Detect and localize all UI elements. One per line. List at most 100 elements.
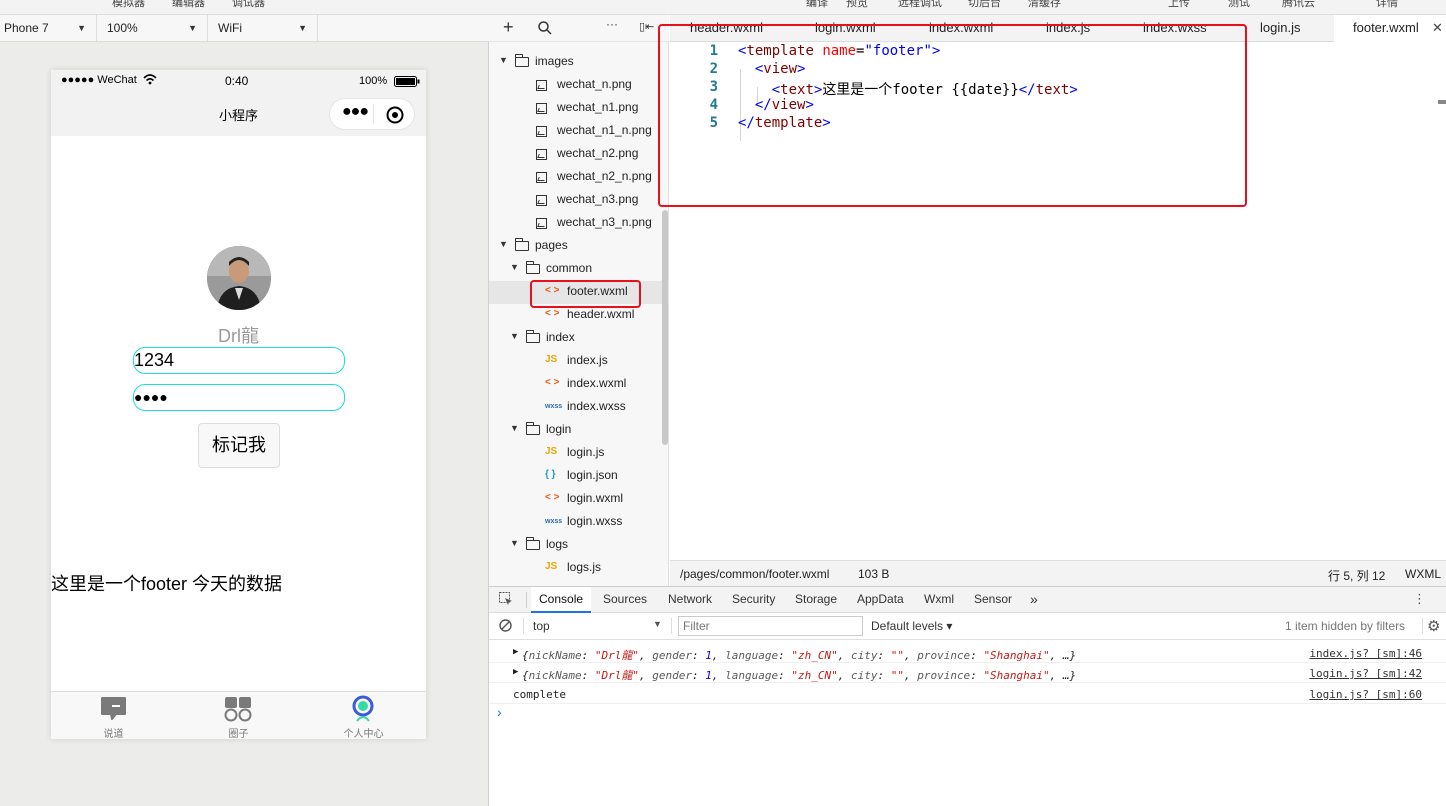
close-target-icon[interactable] — [386, 106, 404, 127]
console-source-link[interactable]: login.js? [sm]:60 — [1309, 688, 1422, 701]
tree-item-index-js[interactable]: JS index.js — [489, 350, 669, 373]
username-input[interactable]: 1234 — [133, 347, 345, 374]
console-log-row[interactable]: complete login.js? [sm]:60 — [489, 684, 1446, 704]
tree-item-wechat-n3-png[interactable]: wechat_n3.png — [489, 189, 669, 212]
more-icon[interactable]: ··· — [606, 17, 618, 31]
expand-arrow-icon[interactable]: ▼ — [499, 239, 508, 249]
console-filter-input[interactable] — [678, 616, 863, 636]
devtools-menu-icon[interactable]: ⋮ — [1413, 591, 1426, 607]
device-select[interactable]: Phone 7 ▼ — [0, 15, 97, 41]
tree-item-common[interactable]: ▼ common — [489, 258, 669, 281]
toolbar-debugger[interactable]: 调试器 — [232, 0, 265, 10]
tab-login-js[interactable]: login.js — [1260, 15, 1330, 42]
toolbar-test[interactable]: 测试 — [1228, 0, 1250, 10]
tree-item-login-json[interactable]: { } login.json — [489, 465, 669, 488]
tree-item-wechat-n2-png[interactable]: wechat_n2.png — [489, 143, 669, 166]
tree-item-wechat-n3-n-png[interactable]: wechat_n3_n.png — [489, 212, 669, 235]
toolbar-tencent-cloud[interactable]: 腾讯云 — [1282, 0, 1315, 10]
zoom-select[interactable]: 100% ▼ — [97, 15, 208, 41]
close-icon[interactable]: ✕ — [1432, 15, 1443, 41]
tab-circle[interactable]: 圈子 — [176, 692, 301, 740]
add-file-icon[interactable]: + — [503, 17, 514, 38]
tree-item-logs[interactable]: ▼ logs — [489, 534, 669, 557]
console-log-row[interactable]: ▶ {nickName: "Drl龍", gender: 1, language:… — [489, 643, 1446, 663]
expand-arrow-icon[interactable]: ▼ — [510, 331, 519, 341]
devtab-security[interactable]: Security — [732, 587, 775, 613]
tab-footer-wxml[interactable]: footer.wxml ✕ — [1334, 15, 1446, 42]
tree-item-login-wxss[interactable]: wxss login.wxss — [489, 511, 669, 534]
tree-item-logs-js[interactable]: JS logs.js — [489, 557, 669, 580]
tree-item-wechat-n-png[interactable]: wechat_n.png — [489, 74, 669, 97]
language-mode[interactable]: WXML — [1405, 567, 1441, 581]
devtab-storage[interactable]: Storage — [795, 587, 837, 613]
image-file-icon — [536, 218, 547, 229]
capsule-menu[interactable]: ●●● — [329, 98, 415, 130]
toolbar-preview[interactable]: 预览 — [846, 0, 868, 10]
expand-arrow-icon[interactable]: ▶ — [513, 667, 518, 677]
console-source-link[interactable]: login.js? [sm]:42 — [1309, 667, 1422, 680]
expand-arrow-icon[interactable]: ▶ — [513, 647, 518, 657]
js-file-icon: JS — [545, 561, 558, 572]
image-file-icon — [536, 103, 547, 114]
devtab-console[interactable]: Console — [531, 587, 592, 613]
tree-item-pages[interactable]: ▼ pages — [489, 235, 669, 258]
search-icon[interactable] — [538, 21, 552, 38]
avatar — [207, 246, 271, 310]
toolbar-background[interactable]: 切后台 — [968, 0, 1001, 10]
password-input[interactable]: ●●●● — [133, 384, 345, 411]
tab-talk[interactable]: 说道 — [51, 692, 176, 740]
devtab-appdata[interactable]: AppData — [857, 587, 904, 613]
wxss-file-icon: wxss — [545, 403, 563, 410]
clock-label: 0:40 — [225, 74, 249, 88]
tab-profile[interactable]: 个人中心 — [301, 692, 426, 740]
toolbar-simulator[interactable]: 模拟器 — [112, 0, 145, 10]
console-log-text: complete — [513, 688, 566, 701]
tree-item-images[interactable]: ▼ images — [489, 51, 669, 74]
expand-arrow-icon[interactable]: ▼ — [510, 538, 519, 548]
collapse-panel-icon[interactable]: ▯⇤ — [639, 20, 654, 33]
toolbar-compile[interactable]: 编译 — [806, 0, 828, 10]
more-dots-icon[interactable]: ●●● — [342, 103, 369, 121]
tree-item-index-wxss[interactable]: wxss index.wxss — [489, 396, 669, 419]
console-prompt-icon[interactable]: › — [497, 704, 502, 720]
tree-item-index-wxml[interactable]: < > index.wxml — [489, 373, 669, 396]
tree-item-wechat-n2-n-png[interactable]: wechat_n2_n.png — [489, 166, 669, 189]
tree-item-wechat-n1-n-png[interactable]: wechat_n1_n.png — [489, 120, 669, 143]
tab-circle-label: 圈子 — [228, 729, 249, 740]
cursor-position[interactable]: 行 5, 列 12 — [1328, 567, 1385, 584]
tree-item-index[interactable]: ▼ index — [489, 327, 669, 350]
mark-me-button[interactable]: 标记我 — [198, 423, 280, 468]
toolbar-details[interactable]: 详情 — [1376, 0, 1398, 10]
tree-item-login[interactable]: ▼ login — [489, 419, 669, 442]
settings-gear-icon[interactable]: ⚙ — [1427, 617, 1440, 635]
toolbar-remote-debug[interactable]: 远程调试 — [898, 0, 942, 10]
tree-item-wechat-n1-png[interactable]: wechat_n1.png — [489, 97, 669, 120]
clear-console-icon[interactable] — [499, 619, 512, 635]
expand-arrow-icon[interactable]: ▼ — [499, 55, 508, 65]
devtab-wxml[interactable]: Wxml — [924, 587, 954, 613]
file-tree-scrollbar[interactable] — [662, 210, 668, 445]
overview-ruler-mark — [1438, 100, 1446, 104]
console-log-row[interactable]: ▶ {nickName: "Drl龍", gender: 1, language:… — [489, 663, 1446, 683]
tree-item-login-wxml[interactable]: < > login.wxml — [489, 488, 669, 511]
toolbar-clear-cache[interactable]: 清缓存 — [1028, 0, 1061, 10]
context-select[interactable]: top ▼ — [531, 615, 665, 636]
network-select[interactable]: WiFi ▼ — [208, 15, 318, 41]
toolbar-editor[interactable]: 编辑器 — [172, 0, 205, 10]
tree-item-label: wechat_n3.png — [557, 192, 639, 206]
devtab-more[interactable]: » — [1030, 587, 1038, 613]
toolbar-upload[interactable]: 上传 — [1168, 0, 1190, 10]
tree-item-label: images — [535, 54, 574, 68]
devtab-network[interactable]: Network — [668, 587, 712, 613]
log-levels-select[interactable]: Default levels ▾ — [871, 619, 952, 633]
devtab-sources[interactable]: Sources — [603, 587, 647, 613]
tree-item-label: login.wxss — [567, 514, 623, 528]
console-source-link[interactable]: index.js? [sm]:46 — [1309, 647, 1422, 660]
expand-arrow-icon[interactable]: ▼ — [510, 423, 519, 433]
devtab-sensor[interactable]: Sensor — [974, 587, 1012, 613]
inspect-element-icon[interactable] — [499, 592, 513, 609]
console-log-text: {nickName: "Drl龍", gender: 1, language: … — [522, 649, 1077, 662]
expand-arrow-icon[interactable]: ▼ — [510, 262, 519, 272]
tree-item-login-js[interactable]: JS login.js — [489, 442, 669, 465]
json-file-icon: { } — [545, 469, 556, 480]
